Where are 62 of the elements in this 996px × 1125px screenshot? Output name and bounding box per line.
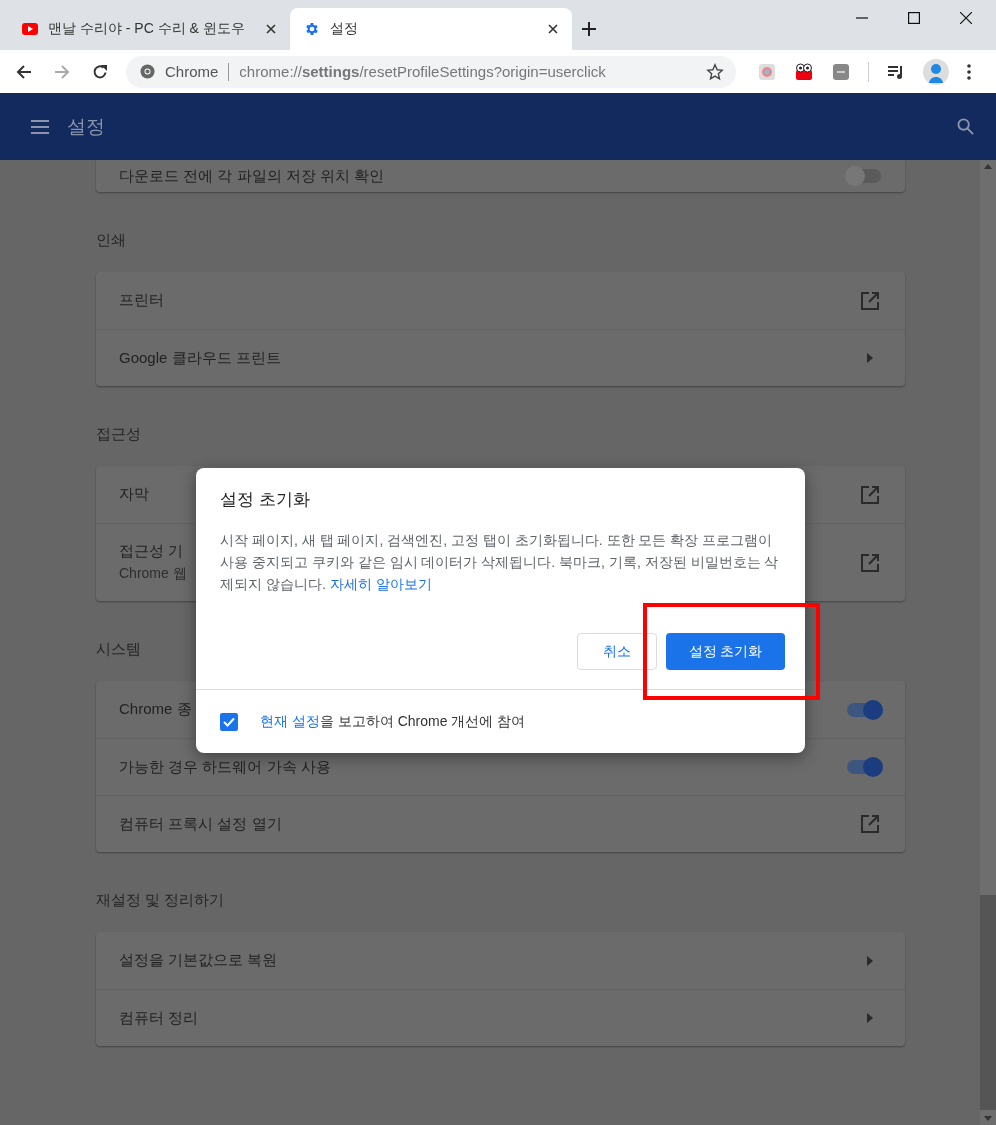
external-link-icon[interactable] [861,485,879,504]
browser-tab[interactable]: 설정 [290,8,572,50]
section-title: 접근성 [96,424,141,444]
arrow-right-icon[interactable] [867,955,873,966]
toggle-switch[interactable] [847,760,881,774]
setting-label: 설정을 기본값으로 복원 [119,951,278,970]
tab-title: 맨날 수리야 - PC 수리 & 윈도우 [48,20,246,38]
forward-icon[interactable] [54,63,70,80]
back-icon[interactable] [16,63,32,80]
scroll-down-icon[interactable] [984,1116,992,1121]
toggle-switch[interactable] [847,702,881,717]
url-text: chrome://settings/resetProfileSettings?origin=userclick [239,63,607,80]
setting-label: Chrome 종 [119,700,192,719]
setting-description: Chrome 웹 [119,565,187,583]
section-title: 시스템 [96,639,141,659]
cancel-button[interactable]: 취소 [577,633,657,670]
scrollbar[interactable] [980,160,996,1125]
arrow-right-icon[interactable] [867,1013,873,1023]
dialog-title: 설정 초기화 [219,489,311,511]
avatar-icon[interactable] [923,58,949,85]
section-title: 인쇄 [96,230,126,250]
close-icon[interactable] [960,12,972,24]
reload-icon[interactable] [92,63,108,80]
setting-label: 다운로드 전에 각 파일의 저장 위치 확인 [119,166,384,186]
tab-title: 설정 [330,20,359,38]
external-link-icon[interactable] [861,553,879,572]
report-consent-text: 현재 설정 을 보고하여 Chrome 개선에 참여 [260,712,526,731]
scroll-up-icon[interactable] [984,164,992,169]
setting-label: 가능한 경우 하드웨어 가속 사용 [119,757,331,777]
toggle-switch[interactable] [847,169,881,183]
setting-label: 컴퓨터 정리 [119,1008,199,1028]
close-icon[interactable] [548,24,558,34]
reset-button[interactable]: 설정 초기화 [666,633,785,670]
menu-icon[interactable] [967,63,971,80]
media-icon[interactable] [887,63,905,80]
gear-icon [304,21,320,37]
external-link-icon[interactable] [861,291,879,310]
setting-label: 컴퓨터 프록시 설정 열기 [119,814,282,834]
learn-more-link[interactable]: 자세히 알아보기 [329,576,432,592]
dialog-message: 시작 페이지, 새 탭 페이지, 검색엔진, 고정 탭이 초기화됩니다. 또한 모든 확장 프로그램이 사용 중지되고 쿠키와 같은 임시 데이터가 삭제됩니다. 북마크, 기록, 저장된 비밀번호는 삭제되지 않습니다. 자세히 알아보기 [220,531,780,594]
search-icon[interactable] [957,118,974,135]
play-icon [22,23,38,35]
arrow-right-icon[interactable] [867,353,873,363]
external-link-icon[interactable] [861,815,879,833]
close-icon[interactable] [266,24,276,34]
address-bar[interactable]: Chrome chrome://settings/resetProfileSettings?origin=userclick [126,55,736,88]
current-settings-link[interactable]: 현재 설정 [260,712,320,729]
scrollbar-thumb[interactable] [980,895,996,1110]
checkbox[interactable] [220,712,238,731]
chrome-icon [140,64,155,79]
maximize-icon[interactable] [908,12,920,24]
extension-icon[interactable] [794,62,814,81]
setting-label: 자막 [119,485,149,504]
new-tab-icon[interactable] [582,22,596,36]
setting-label: 프린터 [119,291,164,310]
site-label: Chrome [165,63,219,80]
setting-label: 접근성 기 [119,542,184,561]
header-title: 설정 [67,114,105,139]
section-title: 재설정 및 정리하기 [96,890,225,910]
setting-label: Google 클라우드 프린트 [119,348,281,368]
star-icon[interactable] [706,62,724,81]
browser-tab[interactable]: 맨날 수리야 - PC 수리 & 윈도우 [8,8,290,50]
